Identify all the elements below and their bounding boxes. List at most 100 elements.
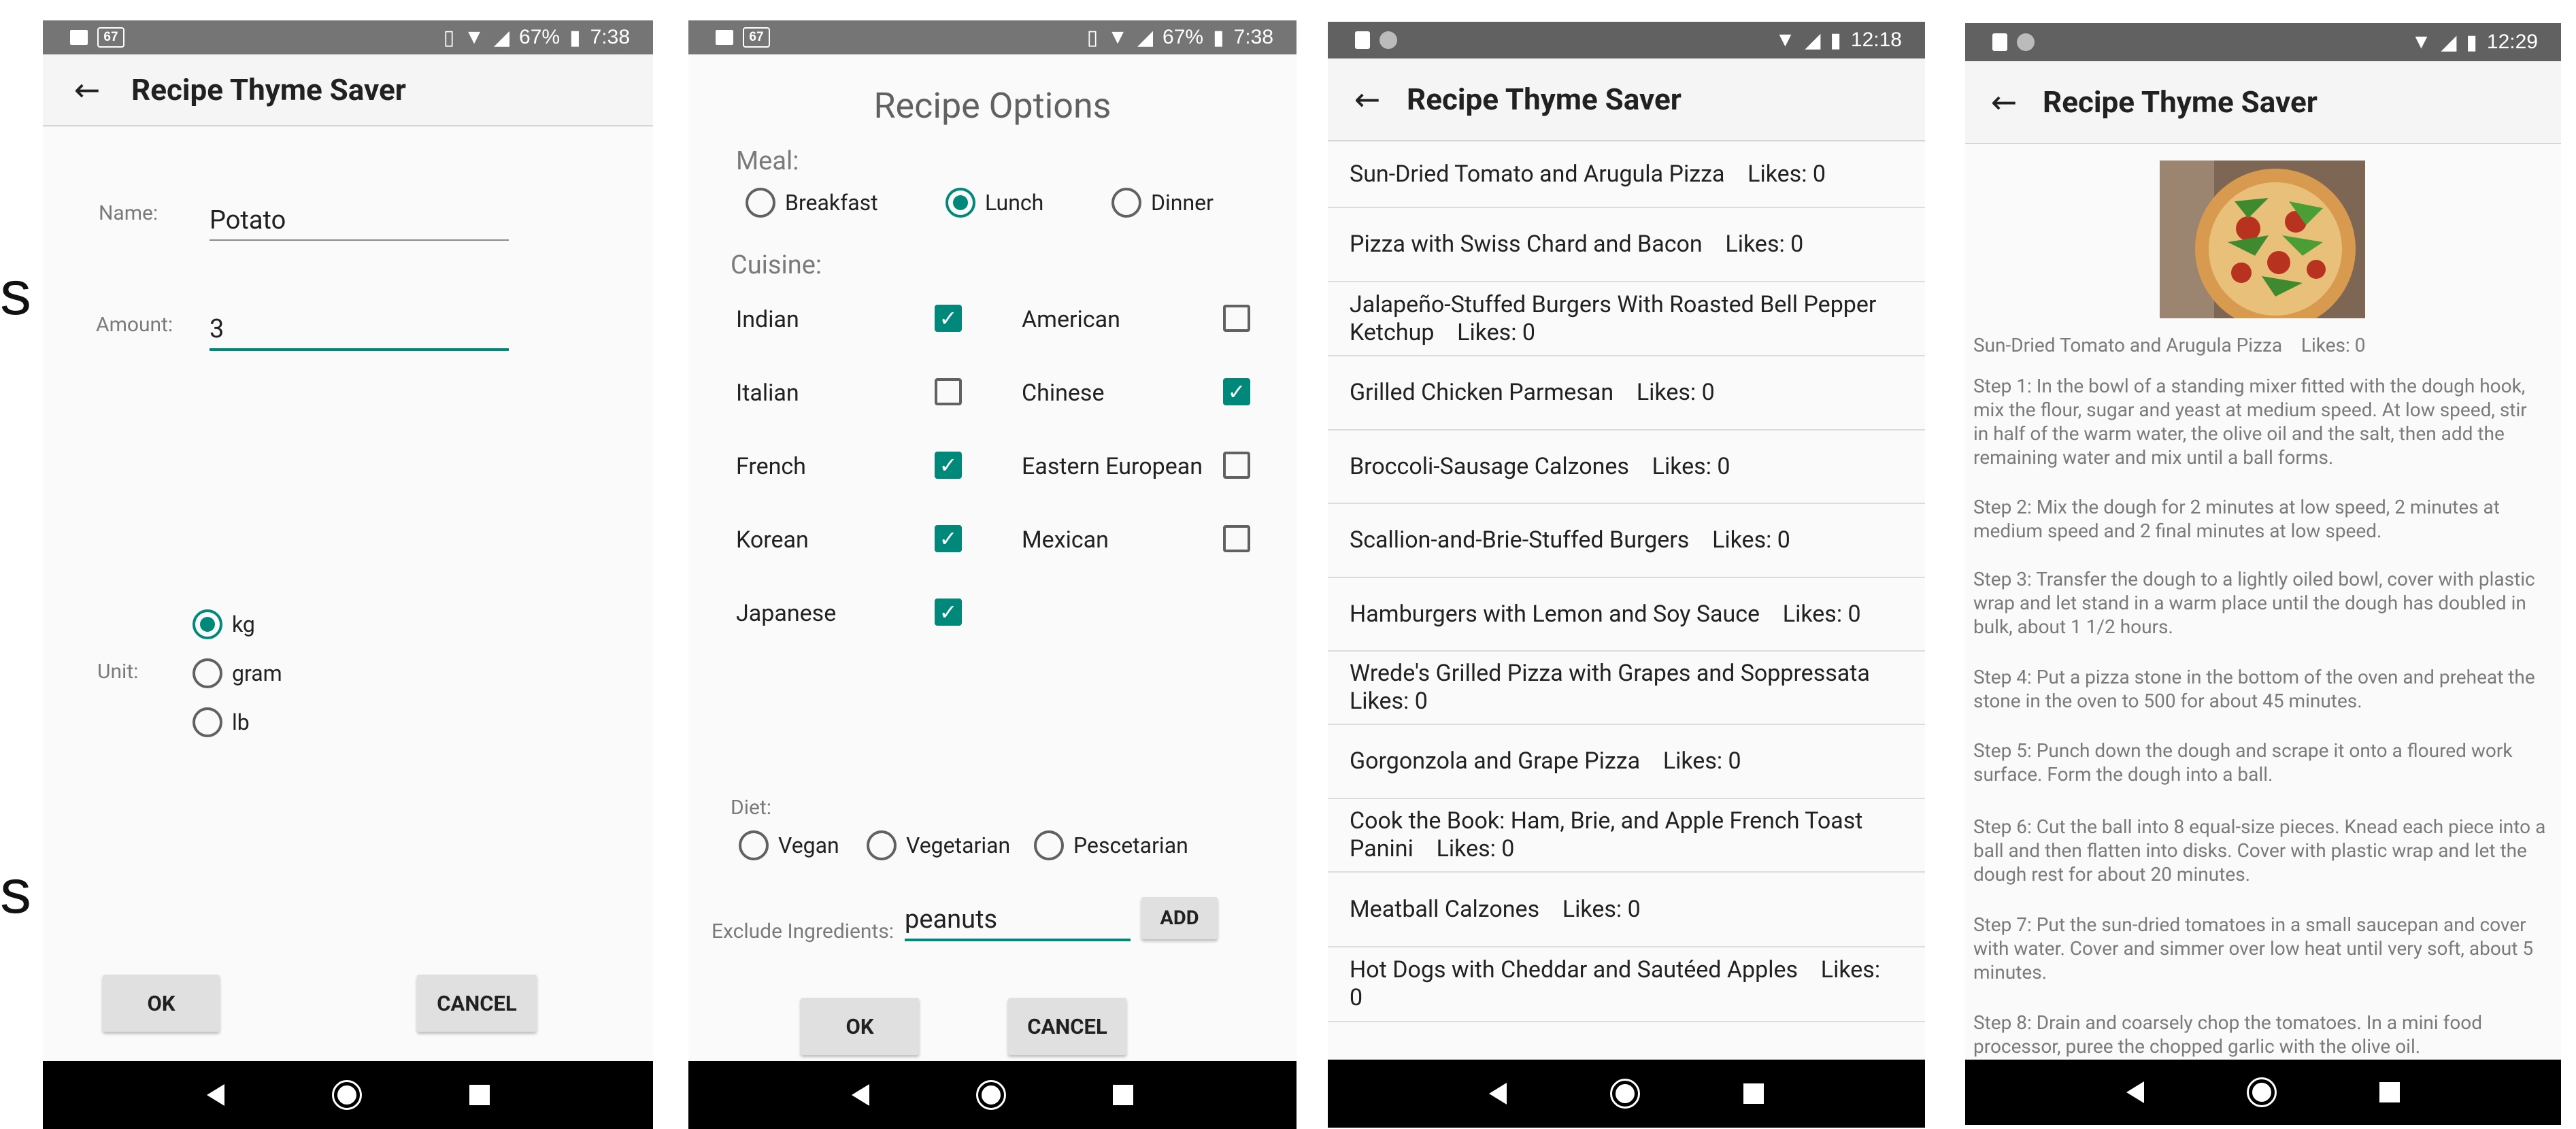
cuisine-checkbox-indian[interactable]: ✓ bbox=[935, 305, 962, 332]
recipe-list-item[interactable]: Wrede's Grilled Pizza with Grapes and So… bbox=[1328, 652, 1925, 725]
nav-bar bbox=[1328, 1060, 1925, 1128]
unit-radio-kg[interactable]: kg bbox=[193, 609, 255, 639]
cuisine-checkbox-chinese[interactable]: ✓ bbox=[1223, 378, 1250, 405]
name-label: Name: bbox=[99, 201, 158, 225]
radio-empty-icon bbox=[193, 707, 222, 737]
cuisine-label: Cuisine: bbox=[731, 250, 822, 280]
clock: 12:18 bbox=[1850, 29, 1902, 51]
recipe-list-item[interactable]: Hamburgers with Lemon and Soy Sauce Like… bbox=[1328, 578, 1925, 652]
diet-radio-pescetarian[interactable]: Pescetarian bbox=[1034, 830, 1188, 860]
nav-home-icon[interactable] bbox=[976, 1080, 1006, 1110]
diet-label: Diet: bbox=[731, 796, 771, 820]
recipe-list-item[interactable]: Jalapeño-Stuffed Burgers With Roasted Be… bbox=[1328, 282, 1925, 356]
radio-empty-icon bbox=[1034, 830, 1064, 860]
radio-empty-icon bbox=[739, 830, 769, 860]
exclude-ingredients-field[interactable]: peanuts bbox=[905, 905, 1131, 941]
nav-recents-icon[interactable] bbox=[2379, 1082, 2400, 1102]
clock: 7:38 bbox=[1233, 26, 1273, 48]
meal-label: Meal: bbox=[736, 146, 799, 176]
radio-selected-icon bbox=[193, 609, 222, 639]
cancel-button[interactable]: CANCEL bbox=[417, 975, 537, 1032]
recipe-step: Step 7: Put the sun-dried tomatoes in a … bbox=[1973, 913, 2534, 983]
recipe-list-item[interactable]: Pizza with Swiss Chard and Bacon Likes: … bbox=[1328, 208, 1925, 282]
cuisine-checkbox-french[interactable]: ✓ bbox=[935, 452, 962, 479]
nav-recents-icon[interactable] bbox=[1113, 1085, 1133, 1105]
meal-radio-dinner[interactable]: Dinner bbox=[1111, 188, 1214, 218]
cuisine-label-korean: Korean bbox=[736, 526, 809, 554]
nav-recents-icon[interactable] bbox=[1743, 1083, 1764, 1104]
cuisine-label-french: French bbox=[736, 453, 806, 480]
meal-radio-lunch[interactable]: Lunch bbox=[946, 188, 1043, 218]
recipe-list-item[interactable]: Hot Dogs with Cheddar and Sautéed Apples… bbox=[1328, 947, 1925, 1022]
nav-home-icon[interactable] bbox=[1609, 1079, 1640, 1109]
recipe-list-item[interactable]: Cook the Book: Ham, Brie, and Apple Fren… bbox=[1328, 799, 1925, 873]
meal-radio-breakfast[interactable]: Breakfast bbox=[746, 188, 878, 218]
wifi-icon: ▼ bbox=[464, 26, 484, 48]
recipe-step: Step 6: Cut the ball into 8 equal-size p… bbox=[1973, 815, 2546, 886]
recipe-step: Step 8: Drain and coarsely chop the toma… bbox=[1973, 1011, 2483, 1058]
cuisine-checkbox-american[interactable] bbox=[1223, 305, 1250, 332]
nav-back-icon[interactable] bbox=[1489, 1083, 1507, 1105]
recipe-step: Step 3: Transfer the dough to a lightly … bbox=[1973, 568, 2535, 638]
wifi-icon: ▼ bbox=[1775, 29, 1796, 51]
amount-field[interactable]: 3 bbox=[210, 314, 509, 351]
add-button[interactable]: ADD bbox=[1141, 897, 1218, 939]
nav-bar bbox=[688, 1061, 1297, 1129]
cuisine-label-american: American bbox=[1022, 306, 1120, 333]
recipe-list-item[interactable]: Broccoli-Sausage Calzones Likes: 0 bbox=[1328, 431, 1925, 504]
signal-icon: ◢ bbox=[1805, 29, 1821, 52]
cuisine-label-eastern-european: Eastern European bbox=[1022, 453, 1203, 480]
back-arrow-icon[interactable]: ← bbox=[1328, 81, 1407, 118]
unit-radio-gram[interactable]: gram bbox=[193, 658, 282, 688]
recipe-list-item[interactable]: Meatball Calzones Likes: 0 bbox=[1328, 873, 1925, 947]
recipe-step: Step 4: Put a pizza stone in the bottom … bbox=[1973, 666, 2535, 712]
name-field[interactable]: Potato bbox=[210, 205, 509, 241]
wifi-icon: ▼ bbox=[1107, 26, 1128, 48]
app-title: Recipe Thyme Saver bbox=[131, 72, 406, 107]
recipe-list-screen: ▼ ◢ ▮ 12:18 ← Recipe Thyme Saver Sun-Dri… bbox=[1328, 22, 1925, 1128]
nav-bar bbox=[43, 1061, 653, 1129]
sd-card-icon bbox=[1992, 33, 2007, 51]
ok-button[interactable]: OK bbox=[103, 975, 220, 1032]
battery-icon: ▮ bbox=[2466, 31, 2477, 54]
nav-back-icon[interactable] bbox=[206, 1084, 224, 1106]
cuisine-checkbox-korean[interactable]: ✓ bbox=[935, 525, 962, 552]
radio-empty-icon bbox=[746, 188, 775, 218]
ok-button[interactable]: OK bbox=[801, 998, 919, 1055]
nav-home-icon[interactable] bbox=[331, 1080, 362, 1110]
radio-empty-icon bbox=[867, 830, 897, 860]
back-arrow-icon[interactable]: ← bbox=[43, 71, 131, 108]
status-bar: ▼ ◢ ▮ 12:18 bbox=[1328, 22, 1925, 58]
signal-icon: ◢ bbox=[2441, 31, 2457, 54]
nav-home-icon[interactable] bbox=[2247, 1077, 2277, 1107]
nav-back-icon[interactable] bbox=[2126, 1081, 2144, 1103]
recipe-list-item[interactable]: Grilled Chicken Parmesan Likes: 0 bbox=[1328, 356, 1925, 431]
cuisine-checkbox-mexican[interactable] bbox=[1223, 525, 1250, 552]
cuisine-label-japanese: Japanese bbox=[736, 600, 837, 627]
vibrate-icon: ▯ bbox=[1086, 26, 1099, 49]
recipe-list-item[interactable]: Gorgonzola and Grape Pizza Likes: 0 bbox=[1328, 725, 1925, 799]
back-arrow-icon[interactable]: ← bbox=[1965, 84, 2043, 120]
cuisine-checkbox-eastern-european[interactable] bbox=[1223, 452, 1250, 479]
unit-label: Unit: bbox=[97, 660, 139, 684]
clock: 7:38 bbox=[590, 26, 630, 48]
cuisine-checkbox-italian[interactable] bbox=[935, 378, 962, 405]
nav-recents-icon[interactable] bbox=[469, 1085, 490, 1105]
cuisine-label-italian: Italian bbox=[736, 380, 799, 407]
recipe-list-item[interactable]: Sun-Dried Tomato and Arugula Pizza Likes… bbox=[1328, 141, 1925, 208]
options-screen: 67 ▯ ▼ ◢ 67% ▮ 7:38 Recipe Options Meal:… bbox=[688, 20, 1297, 1129]
battery-icon: ▮ bbox=[1830, 29, 1841, 52]
nav-back-icon[interactable] bbox=[852, 1084, 869, 1106]
diet-radio-vegetarian[interactable]: Vegetarian bbox=[867, 830, 1010, 860]
cancel-button[interactable]: CANCEL bbox=[1008, 998, 1126, 1055]
cuisine-checkbox-japanese[interactable]: ✓ bbox=[935, 599, 962, 626]
exclude-ingredients-label: Exclude Ingredients: bbox=[712, 920, 894, 943]
signal-icon: ◢ bbox=[493, 26, 510, 49]
unit-radio-lb[interactable]: lb bbox=[193, 707, 250, 737]
cuisine-label-mexican: Mexican bbox=[1022, 526, 1109, 554]
edge-glyph-top: s bbox=[0, 258, 31, 328]
recipe-list-item[interactable]: Scallion-and-Brie-Stuffed Burgers Likes:… bbox=[1328, 504, 1925, 578]
clock: 12:29 bbox=[2486, 31, 2538, 53]
battery-percent: 67% bbox=[1162, 26, 1204, 48]
diet-radio-vegan[interactable]: Vegan bbox=[739, 830, 839, 860]
